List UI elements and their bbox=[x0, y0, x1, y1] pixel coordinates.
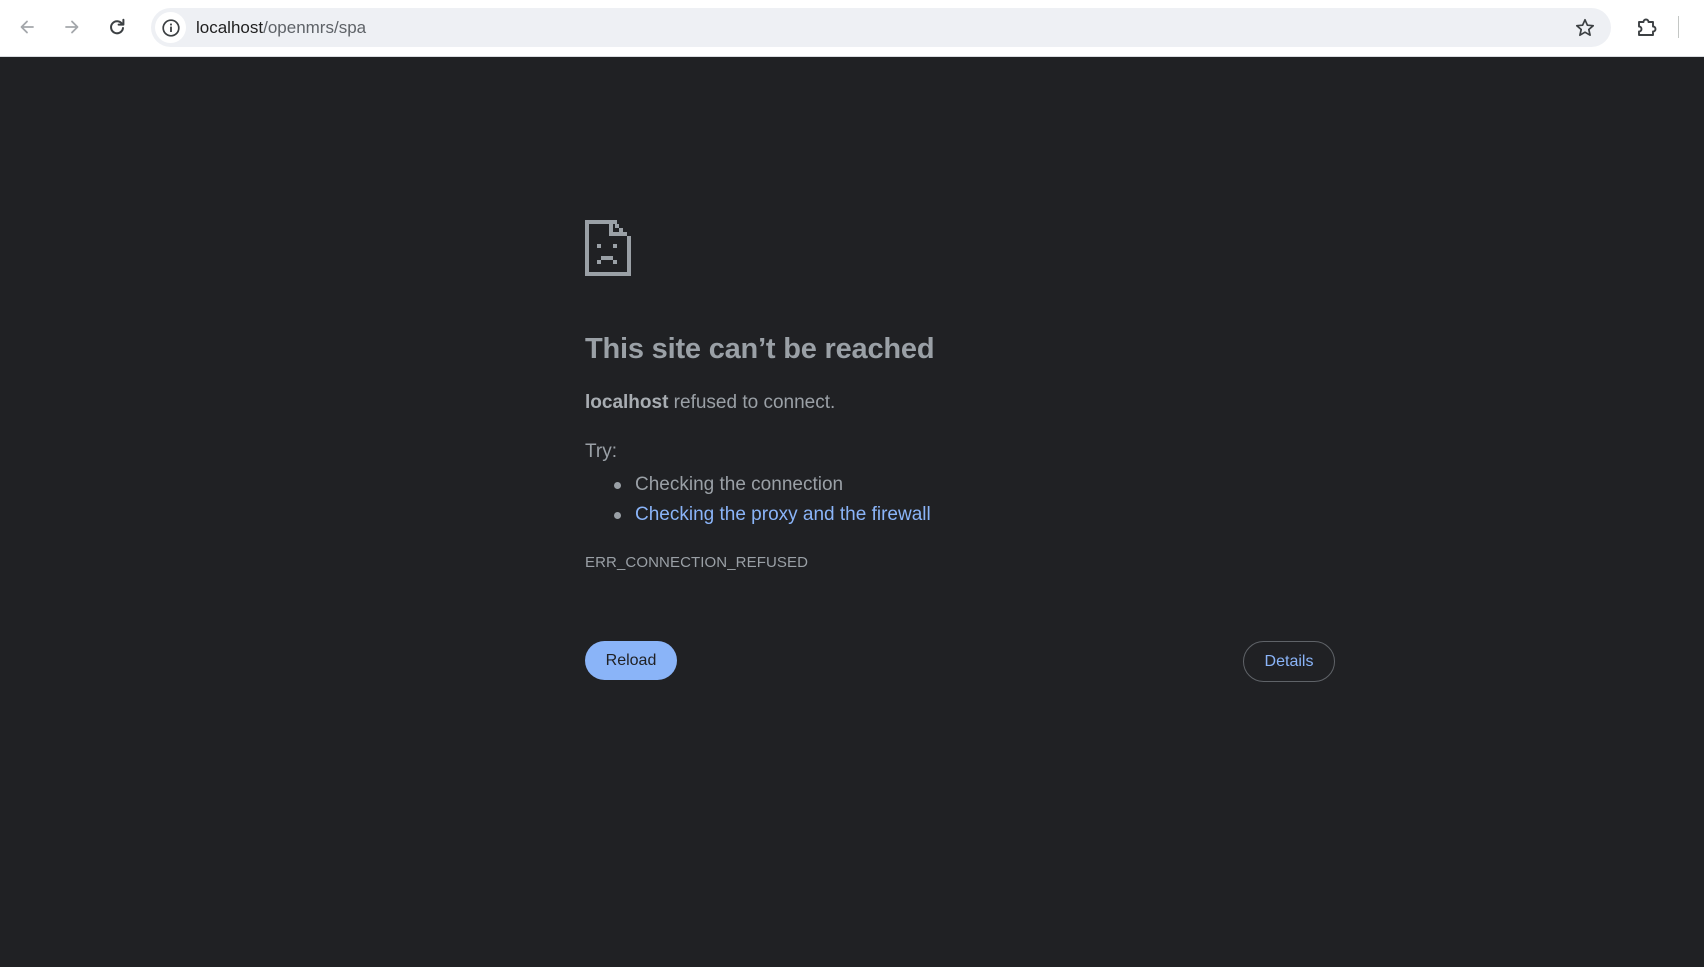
puzzle-piece-icon bbox=[1638, 18, 1657, 36]
suggestion-check-proxy-firewall: Checking the proxy and the firewall bbox=[614, 500, 931, 530]
proxy-firewall-link[interactable]: Checking the proxy and the firewall bbox=[635, 504, 931, 525]
url-path: /openmrs/spa bbox=[263, 18, 367, 37]
url-host: localhost bbox=[196, 18, 264, 37]
error-message: refused to connect. bbox=[668, 392, 836, 413]
address-bar[interactable]: localhost/openmrs/spa bbox=[151, 8, 1611, 47]
try-label: Try: bbox=[585, 441, 618, 462]
toolbar-divider bbox=[1678, 16, 1679, 38]
suggestions-list: Checking the connection Checking the pro… bbox=[585, 470, 931, 530]
info-circle-icon bbox=[161, 18, 180, 37]
reload-button[interactable]: Reload bbox=[585, 641, 677, 680]
menu-button-edge[interactable]: ⋮ bbox=[1698, 18, 1704, 36]
suggestion-check-connection: Checking the connection bbox=[614, 470, 931, 500]
url-text[interactable]: localhost/openmrs/spa bbox=[196, 18, 366, 37]
error-host: localhost bbox=[585, 392, 669, 413]
details-button[interactable]: Details bbox=[1243, 641, 1335, 682]
site-info-button[interactable] bbox=[155, 12, 186, 43]
arrow-left-icon bbox=[20, 20, 34, 34]
bookmark-button[interactable] bbox=[1570, 13, 1599, 42]
back-button[interactable] bbox=[10, 10, 44, 44]
star-icon bbox=[1575, 18, 1594, 36]
suggestion-text: Checking the connection bbox=[635, 474, 844, 495]
arrow-right-icon bbox=[65, 20, 79, 34]
browser-toolbar: localhost/openmrs/spa ⋮ bbox=[0, 0, 1704, 57]
extensions-button[interactable] bbox=[1630, 10, 1664, 44]
sad-document-icon bbox=[585, 220, 631, 276]
reload-page-button[interactable] bbox=[100, 10, 134, 44]
error-code: ERR_CONNECTION_REFUSED bbox=[585, 554, 809, 571]
reload-icon bbox=[110, 18, 125, 35]
forward-button[interactable] bbox=[55, 10, 89, 44]
error-title: This site can’t be reached bbox=[585, 333, 935, 365]
error-description: localhost refused to connect. bbox=[585, 392, 835, 414]
